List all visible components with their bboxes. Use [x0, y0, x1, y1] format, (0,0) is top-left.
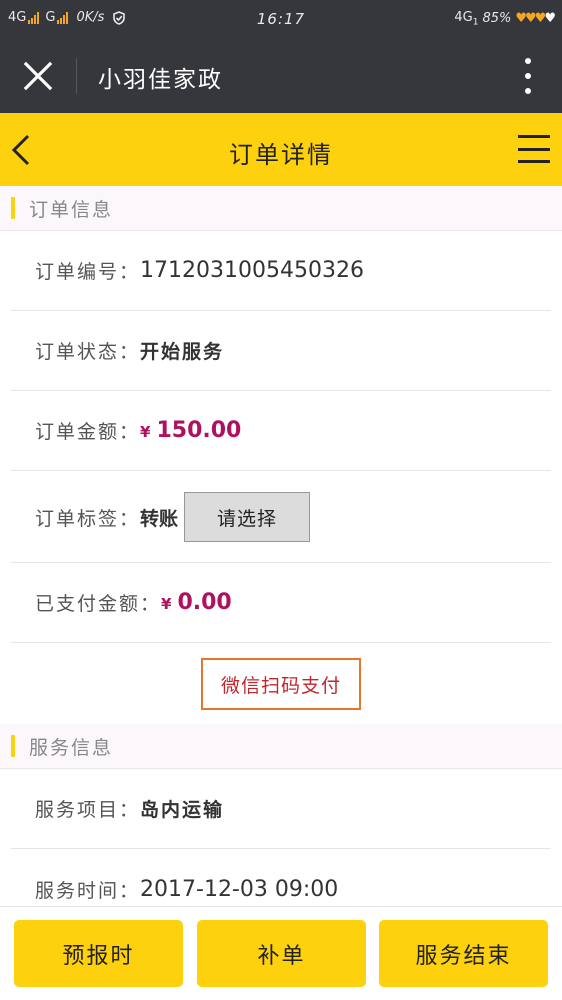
status-bar: 4G G 0K/s 16:17 4G1 85% ♥♥♥♥ — [0, 0, 562, 38]
section-accent-bar — [11, 735, 15, 757]
section-title: 服务信息 — [29, 737, 114, 759]
order-status-row: 订单状态： 开始服务 — [11, 311, 551, 391]
app-bar: 小羽佳家政 — [0, 38, 562, 113]
section-accent-bar — [11, 197, 15, 219]
page-title: 订单详情 — [229, 141, 333, 169]
supplement-order-button[interactable]: 补单 — [197, 920, 366, 987]
finish-service-button[interactable]: 服务结束 — [379, 920, 548, 987]
service-time-label: 服务时间： — [35, 879, 141, 902]
order-status-value: 开始服务 — [140, 341, 225, 363]
paid-amount-label: 已支付金额： — [35, 593, 162, 615]
order-amount-label: 订单金额： — [35, 421, 141, 443]
app-bar-divider — [76, 58, 77, 94]
order-amount-value: ¥150.00 — [140, 418, 242, 443]
more-options-icon[interactable] — [524, 58, 532, 94]
order-number-label: 订单编号： — [35, 261, 141, 283]
service-item-label: 服务项目： — [35, 799, 141, 821]
page-header: 订单详情 — [0, 113, 562, 186]
service-time-value: 2017-12-03 09:00 — [140, 876, 339, 902]
battery-icon: ♥♥♥♥ — [515, 11, 556, 27]
order-tag-row: 订单标签： 转账 请选择 — [11, 472, 551, 563]
order-tag-value: 转账 — [140, 507, 179, 530]
status-right: 4G1 85% ♥♥♥♥ — [454, 10, 556, 28]
order-amount-row: 订单金额： ¥150.00 — [11, 391, 551, 471]
order-tag-label: 订单标签： — [35, 507, 141, 530]
section-header-service: 服务信息 — [0, 724, 562, 769]
close-icon[interactable] — [22, 60, 54, 92]
wechat-pay-button[interactable]: 微信扫码支付 — [201, 658, 361, 710]
app-title: 小羽佳家政 — [98, 67, 223, 93]
service-item-row: 服务项目： 岛内运输 — [11, 769, 551, 849]
battery-percent: 85% — [482, 11, 512, 27]
bottom-action-bar: 预报时 补单 服务结束 — [0, 906, 562, 1000]
paid-amount-row: 已支付金额： ¥0.00 — [11, 563, 551, 643]
network-label-right: 4G1 — [454, 10, 479, 28]
section-title: 订单信息 — [29, 199, 114, 221]
paid-amount-value: ¥0.00 — [161, 590, 232, 615]
order-status-label: 订单状态： — [35, 341, 141, 363]
report-time-button[interactable]: 预报时 — [14, 920, 183, 987]
section-header-order: 订单信息 — [0, 186, 562, 231]
service-item-value: 岛内运输 — [140, 799, 225, 821]
order-number-row: 订单编号： 1712031005450326 — [11, 231, 551, 311]
menu-icon[interactable] — [518, 135, 550, 163]
order-tag-select[interactable]: 请选择 — [184, 492, 311, 542]
order-number-value: 1712031005450326 — [140, 258, 364, 283]
